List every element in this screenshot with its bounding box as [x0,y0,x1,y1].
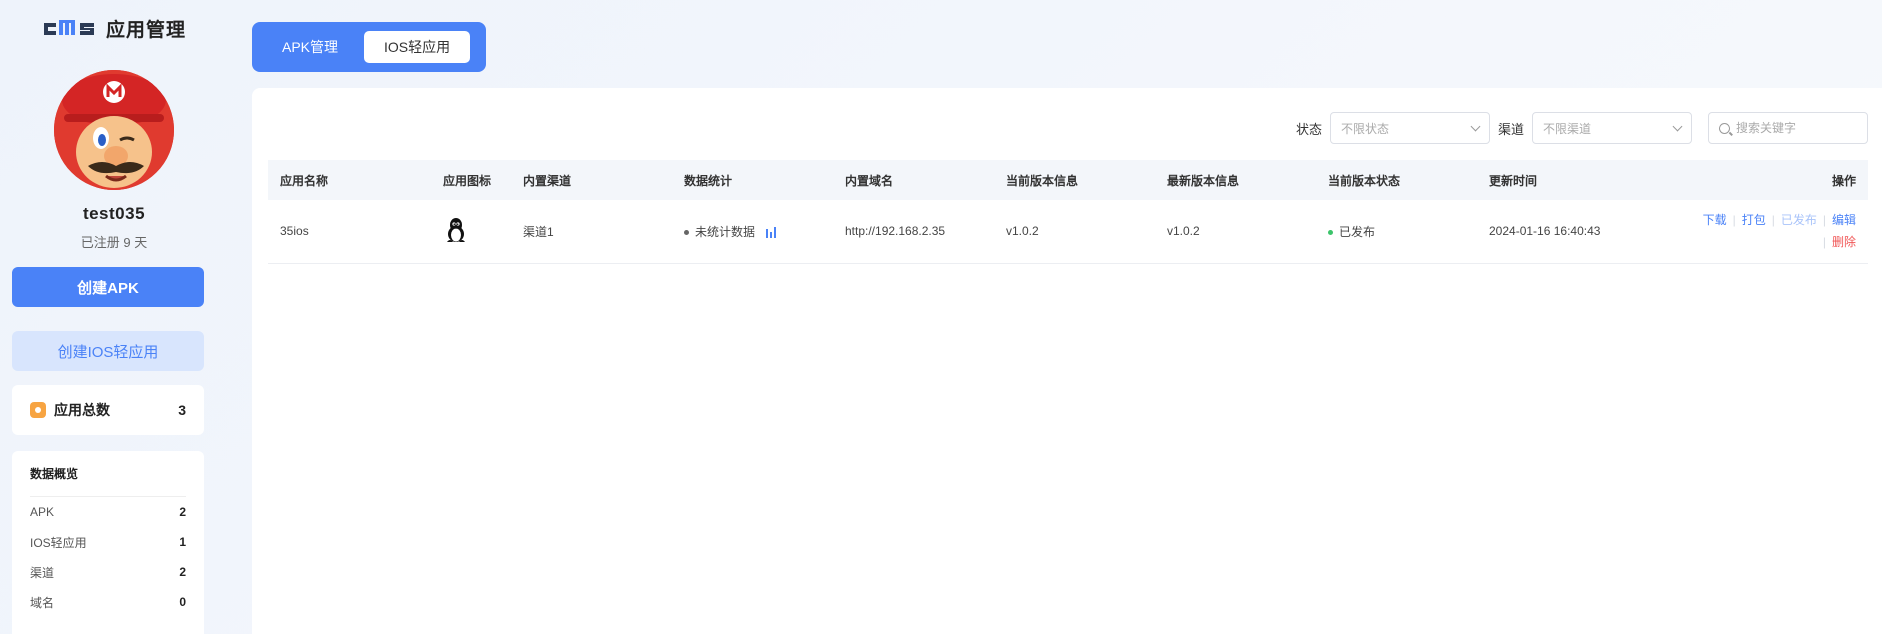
sidebar: 应用管理 test035 已注册 9 天 创建APK 创建IOS轻应用 应用总数… [0,0,228,634]
stats-value: 1 [179,535,186,549]
col-current-version: 当前版本信息 [1006,173,1079,188]
main-panel: 状态 不限状态 渠道 不限渠道 应用名称 应用图标 内置渠道 数据统计 内置域名… [252,88,1882,634]
app-latest-version: v1.0.2 [1167,224,1200,239]
app-icon-cell [431,200,511,263]
status-filter-label: 状态 [1295,121,1322,137]
pack-link[interactable]: 打包 [1742,213,1766,227]
status-select[interactable]: 不限状态 [1329,112,1490,144]
mario-avatar-icon [54,70,174,190]
stats-value: 0 [179,595,186,609]
app-total-label: 应用总数 [54,402,110,418]
status-select-placeholder: 不限状态 [1340,121,1389,136]
table-header-row: 应用名称 应用图标 内置渠道 数据统计 内置域名 当前版本信息 最新版本信息 当… [268,160,1868,200]
search-icon [1719,122,1730,134]
col-actions: 操作 [1831,173,1856,188]
stats-value: 2 [179,565,186,579]
tab-bar: APK管理 IOS轻应用 [252,22,486,72]
col-stats: 数据统计 [684,173,733,188]
col-domain: 内置域名 [845,173,894,188]
stats-label: APK [30,505,55,519]
edit-link[interactable]: 编辑 [1832,213,1856,227]
app-status-cell: 已发布 [1316,200,1477,263]
brand: 应用管理 [12,0,216,56]
app-count-icon [30,402,46,418]
published-link[interactable]: 已发布 [1781,213,1817,227]
divider: | [1771,213,1775,228]
registered-days: 已注册 9 天 [80,235,148,250]
search-input[interactable] [1736,121,1846,135]
stats-label: 域名 [30,595,55,610]
stats-row-channel: 渠道 2 [30,557,186,587]
app-domain: http://192.168.2.35 [845,224,946,239]
avatar[interactable] [54,70,174,190]
divider: | [1732,213,1736,228]
app-stats-cell: 未统计数据 [672,200,833,263]
app-updated: 2024-01-16 16:40:43 [1489,224,1601,239]
actions-cell: 下载 | 打包 | 已发布 | 编辑 | 删除 [1638,200,1868,263]
status-dot [1328,230,1333,236]
cms-logo-icon [43,20,94,35]
app-table: 应用名称 应用图标 内置渠道 数据统计 内置域名 当前版本信息 最新版本信息 当… [268,160,1868,264]
channel-select[interactable]: 不限渠道 [1532,112,1692,144]
chevron-down-icon [1672,121,1683,131]
data-overview-card: 数据概览 APK 2 IOS轻应用 1 渠道 2 域名 0 [12,451,204,634]
stats-label: IOS轻应用 [30,535,87,550]
stats-row-apk: APK 2 [30,497,186,527]
stats-row-ios: IOS轻应用 1 [30,527,186,557]
create-ios-button[interactable]: 创建IOS轻应用 [12,331,204,371]
channel-filter-label: 渠道 [1497,121,1524,137]
download-link[interactable]: 下载 [1703,213,1727,227]
app-name: 35ios [280,224,309,239]
stats-chart-icon[interactable] [766,227,777,239]
stats-value: 2 [179,505,186,519]
divider: | [1822,235,1826,250]
status-dot [684,230,689,236]
app-total-card: 应用总数 3 [12,385,204,435]
app-total-count: 3 [178,402,186,418]
table-row: 35ios 渠道1 未统计数据 http://192.168.2.35 v1.0… [268,200,1868,263]
app-current-version: v1.0.2 [1006,224,1039,239]
col-status: 当前版本状态 [1328,173,1401,188]
tab-ios-light-app[interactable]: IOS轻应用 [364,31,471,63]
divider: | [1822,213,1826,228]
app-status-text: 已发布 [1339,224,1376,239]
linux-penguin-icon [447,217,465,242]
tab-apk-manage[interactable]: APK管理 [262,31,358,63]
col-channel: 内置渠道 [523,173,572,188]
cms-logo [42,17,98,39]
search-box[interactable] [1708,112,1868,144]
username: test035 [82,204,146,223]
filter-bar: 状态 不限状态 渠道 不限渠道 [1296,112,1868,144]
stats-label: 渠道 [30,565,55,580]
col-app-name: 应用名称 [280,173,329,188]
create-apk-button[interactable]: 创建APK [12,267,204,307]
col-updated: 更新时间 [1489,173,1538,188]
channel-select-placeholder: 不限渠道 [1543,121,1592,136]
delete-link[interactable]: 删除 [1832,235,1856,249]
app-channel: 渠道1 [523,224,554,239]
data-overview-title: 数据概览 [30,451,186,497]
col-latest-version: 最新版本信息 [1167,173,1240,188]
stats-row-domain: 域名 0 [30,587,186,617]
chevron-down-icon [1470,121,1481,131]
app-stats-text: 未统计数据 [695,224,756,239]
app-title: 应用管理 [105,19,186,41]
col-app-icon: 应用图标 [443,173,492,188]
